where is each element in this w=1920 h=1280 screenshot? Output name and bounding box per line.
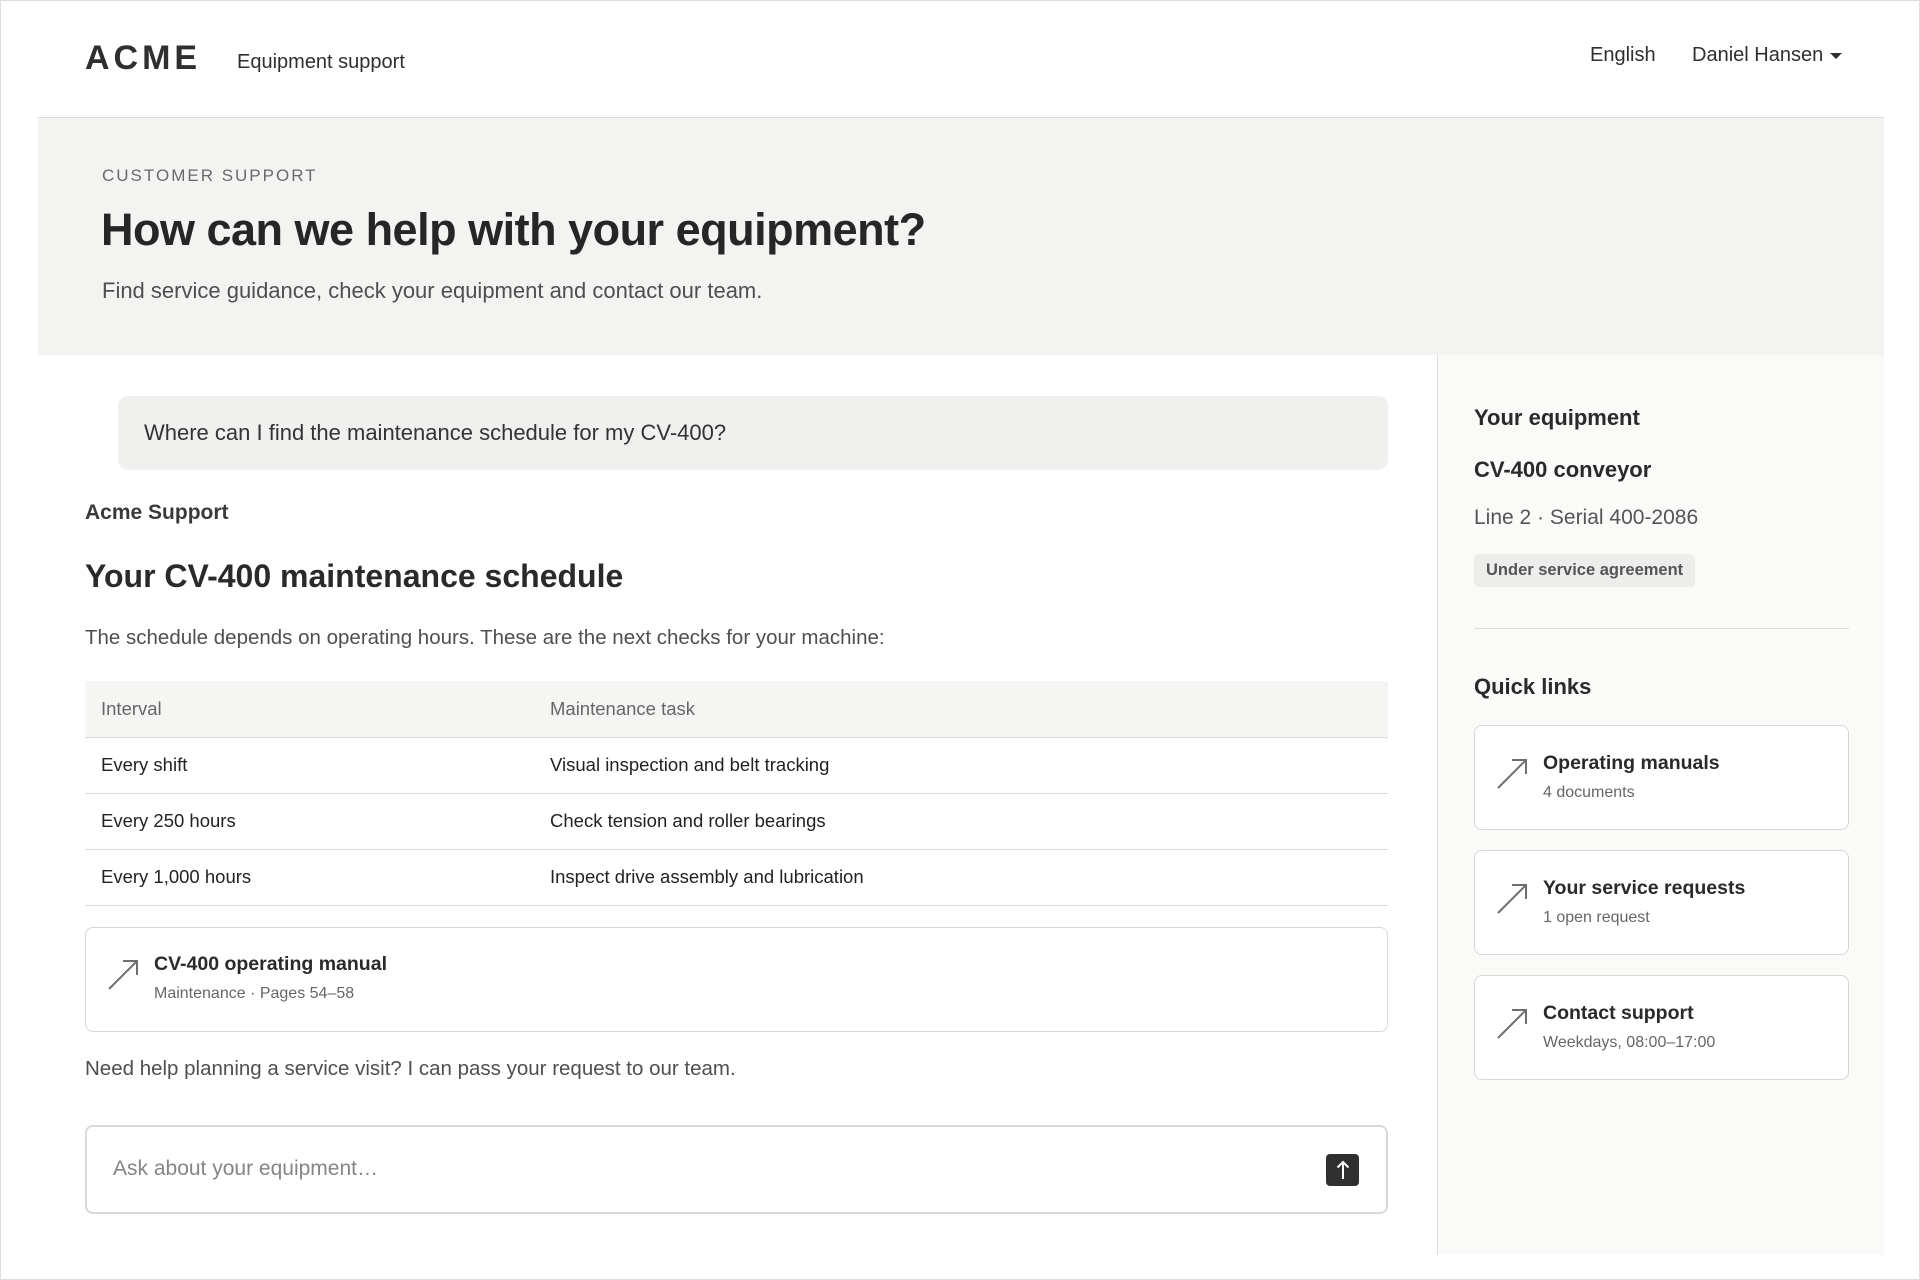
- arrow-up-right-icon: [108, 960, 138, 990]
- table-row: Every 250 hours Check tension and roller…: [85, 793, 1388, 850]
- doc-card-meta: Maintenance · Pages 54–58: [154, 985, 355, 1002]
- assistant-name: Acme Support: [85, 501, 229, 524]
- task-cell: Visual inspection and belt tracking: [534, 737, 1388, 794]
- arrow-up-right-icon: [1497, 1009, 1527, 1039]
- hero-banner: CUSTOMER SUPPORT How can we help with yo…: [38, 117, 1884, 355]
- followup-message: Need help planning a service visit? I ca…: [85, 1057, 736, 1080]
- quick-link-meta: Weekdays, 08:00–17:00: [1543, 1034, 1716, 1051]
- column-header-interval: Interval: [85, 681, 534, 738]
- send-button[interactable]: [1326, 1154, 1359, 1186]
- app-window: ACME Equipment support English Daniel Ha…: [0, 0, 1920, 1280]
- quick-links-heading: Quick links: [1474, 674, 1592, 699]
- operating-manual-card[interactable]: CV-400 operating manual Maintenance · Pa…: [85, 927, 1388, 1032]
- doc-card-title: CV-400 operating manual: [154, 953, 387, 975]
- hero-subtitle: Find service guidance, check your equipm…: [102, 278, 763, 303]
- language-selector[interactable]: English: [1590, 44, 1656, 67]
- arrow-up-right-icon: [1497, 884, 1527, 914]
- task-cell: Check tension and roller bearings: [534, 793, 1388, 850]
- quick-link-meta: 4 documents: [1543, 784, 1635, 801]
- acme-logo[interactable]: ACME: [85, 39, 201, 78]
- quick-link-title: Your service requests: [1543, 877, 1746, 899]
- equipment-meta: Line 2 · Serial 400-2086: [1474, 506, 1699, 529]
- status-badge: Under service agreement: [1474, 554, 1696, 587]
- quick-link-title: Operating manuals: [1543, 752, 1720, 774]
- your-equipment-heading: Your equipment: [1474, 405, 1640, 430]
- divider: [1474, 628, 1849, 629]
- table-header-row: Interval Maintenance task: [85, 681, 1388, 738]
- page-title: How can we help with your equipment?: [101, 204, 926, 255]
- message-input[interactable]: [113, 1149, 1293, 1189]
- chevron-down-icon: [1830, 52, 1843, 59]
- quick-link-operating-manuals[interactable]: Operating manuals 4 documents: [1474, 725, 1849, 830]
- table-row: Every shift Visual inspection and belt t…: [85, 737, 1388, 794]
- top-bar: ACME Equipment support English Daniel Ha…: [1, 1, 1919, 117]
- table-row: Every 1,000 hours Inspect drive assembly…: [85, 849, 1388, 906]
- hero-eyebrow: CUSTOMER SUPPORT: [102, 166, 318, 185]
- interval-cell: Every shift: [85, 737, 534, 794]
- task-cell: Inspect drive assembly and lubrication: [534, 849, 1388, 906]
- product-name: Equipment support: [237, 51, 405, 73]
- arrow-up-icon: [1336, 1160, 1349, 1179]
- interval-cell: Every 250 hours: [85, 793, 534, 850]
- quick-link-contact-support[interactable]: Contact support Weekdays, 08:00–17:00: [1474, 975, 1849, 1080]
- quick-link-title: Contact support: [1543, 1002, 1694, 1024]
- user-menu[interactable]: Daniel Hansen: [1692, 44, 1843, 67]
- equipment-sidebar: Your equipment CV-400 conveyor Line 2 · …: [1437, 355, 1884, 1255]
- interval-cell: Every 1,000 hours: [85, 849, 534, 906]
- user-name: Daniel Hansen: [1692, 44, 1824, 66]
- chat-composer: [85, 1125, 1388, 1214]
- quick-link-meta: 1 open request: [1543, 909, 1650, 926]
- conversation-panel: Where can I find the maintenance schedul…: [38, 355, 1437, 1255]
- arrow-up-right-icon: [1497, 759, 1527, 789]
- equipment-name: CV-400 conveyor: [1474, 457, 1652, 482]
- user-message: Where can I find the maintenance schedul…: [118, 396, 1388, 470]
- answer-intro: The schedule depends on operating hours.…: [85, 626, 885, 649]
- column-header-task: Maintenance task: [534, 681, 1388, 738]
- maintenance-table: Interval Maintenance task Every shift Vi…: [85, 681, 1388, 906]
- quick-link-service-requests[interactable]: Your service requests 1 open request: [1474, 850, 1849, 955]
- answer-title: Your CV-400 maintenance schedule: [85, 558, 624, 594]
